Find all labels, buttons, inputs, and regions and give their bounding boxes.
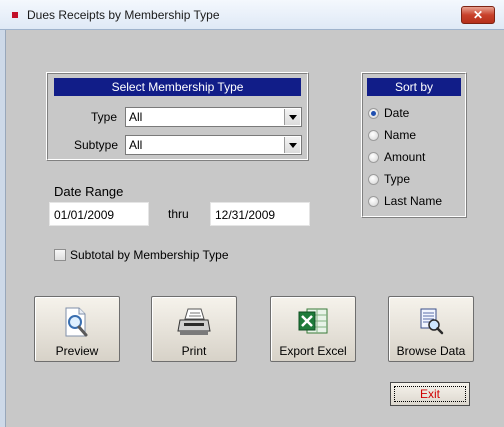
subtype-label: Subtype bbox=[74, 138, 119, 152]
thru-label: thru bbox=[168, 207, 189, 221]
radio-button[interactable] bbox=[368, 174, 379, 185]
subtype-value: All bbox=[129, 138, 143, 152]
magnifier-document-icon bbox=[62, 307, 92, 342]
window-title: Dues Receipts by Membership Type bbox=[27, 8, 220, 22]
radio-button[interactable] bbox=[368, 130, 379, 141]
sort-option-amount[interactable]: Amount bbox=[368, 149, 458, 167]
browse-data-icon bbox=[418, 307, 444, 338]
dialog-body: Select Membership Type Type All Subtype … bbox=[6, 30, 504, 427]
chevron-down-icon[interactable] bbox=[284, 137, 300, 153]
sort-option-date[interactable]: Date bbox=[368, 105, 458, 123]
sort-option-label: Amount bbox=[384, 150, 426, 164]
sort-option-type[interactable]: Type bbox=[368, 171, 458, 189]
printer-icon bbox=[177, 307, 211, 340]
preview-label: Preview bbox=[55, 344, 99, 358]
radio-button[interactable] bbox=[368, 196, 379, 207]
radio-button[interactable] bbox=[368, 108, 379, 119]
date-from-field[interactable]: 01/01/2009 bbox=[49, 202, 149, 226]
sort-by-header: Sort by bbox=[367, 78, 461, 96]
chevron-down-icon[interactable] bbox=[284, 109, 300, 125]
browse-data-label: Browse Data bbox=[396, 344, 466, 358]
export-excel-label: Export Excel bbox=[279, 344, 347, 358]
print-label: Print bbox=[181, 344, 207, 358]
sort-option-name[interactable]: Name bbox=[368, 127, 458, 145]
subtype-dropdown[interactable]: All bbox=[125, 135, 302, 155]
type-dropdown[interactable]: All bbox=[125, 107, 302, 127]
excel-icon bbox=[298, 307, 328, 338]
type-value: All bbox=[129, 110, 143, 124]
sort-option-last-name[interactable]: Last Name bbox=[368, 193, 458, 211]
sort-option-label: Last Name bbox=[384, 194, 443, 208]
date-range-label: Date Range bbox=[54, 184, 124, 199]
exit-label: Exit bbox=[419, 387, 440, 401]
radio-button[interactable] bbox=[368, 152, 379, 163]
export-excel-button[interactable]: Export Excel bbox=[270, 296, 356, 362]
close-button[interactable]: ✕ bbox=[461, 6, 495, 24]
sort-option-label: Name bbox=[384, 128, 417, 142]
print-button[interactable]: Print bbox=[151, 296, 237, 362]
subtotal-label: Subtotal by Membership Type bbox=[70, 248, 229, 262]
title-bar: Dues Receipts by Membership Type ✕ bbox=[0, 0, 504, 30]
date-from-value: 01/01/2009 bbox=[54, 208, 115, 222]
preview-button[interactable]: Preview bbox=[34, 296, 120, 362]
subtotal-checkbox[interactable] bbox=[54, 249, 66, 261]
date-to-field[interactable]: 12/31/2009 bbox=[210, 202, 310, 226]
app-icon bbox=[12, 12, 18, 18]
type-label: Type bbox=[91, 110, 118, 124]
exit-button[interactable]: Exit bbox=[390, 382, 470, 406]
sort-option-label: Date bbox=[384, 106, 410, 120]
sort-option-label: Type bbox=[384, 172, 411, 186]
browse-data-button[interactable]: Browse Data bbox=[388, 296, 474, 362]
membership-type-header: Select Membership Type bbox=[54, 78, 301, 96]
date-to-value: 12/31/2009 bbox=[215, 208, 276, 222]
